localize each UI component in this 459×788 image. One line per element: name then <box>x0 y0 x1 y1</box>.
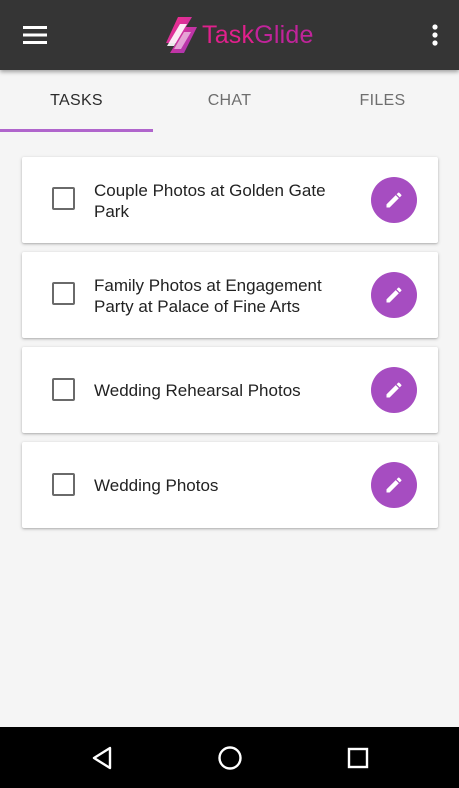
task-checkbox[interactable] <box>52 378 75 401</box>
brand-name-part1: Task <box>202 21 255 49</box>
task-checkbox[interactable] <box>52 473 75 496</box>
back-triangle-icon <box>92 746 112 769</box>
edit-task-button[interactable] <box>371 367 417 413</box>
pencil-icon <box>386 477 402 493</box>
brand-name-part2: Glide <box>254 21 314 49</box>
edit-task-button[interactable] <box>371 272 417 318</box>
task-checkbox[interactable] <box>52 282 75 305</box>
pencil-icon <box>386 287 402 303</box>
pencil-icon <box>386 382 402 398</box>
edit-task-button[interactable] <box>371 462 417 508</box>
menu-button[interactable] <box>12 13 58 57</box>
task-card: Couple Photos at Golden Gate Park <box>22 157 438 243</box>
edit-task-button[interactable] <box>371 177 417 223</box>
task-card: Wedding Photos <box>22 442 438 528</box>
task-title: Wedding Rehearsal Photos <box>94 381 301 400</box>
task-title: Couple Photos at Golden Gate Park <box>94 181 326 221</box>
screen: TaskGlide TASKS CHAT FILES Couple Photos… <box>0 0 459 788</box>
home-circle-icon <box>218 745 242 770</box>
brand-name: TaskGlide <box>202 14 314 56</box>
task-checkbox[interactable] <box>52 187 75 210</box>
task-list: Couple Photos at Golden Gate Park Family… <box>22 157 438 537</box>
tab-bar: TASKS CHAT FILES <box>0 70 459 132</box>
tab-tasks[interactable]: TASKS <box>0 70 153 132</box>
brand-logo: TaskGlide <box>164 14 314 56</box>
active-tab-indicator <box>0 129 153 132</box>
app-bar: TaskGlide <box>0 0 459 70</box>
more-vertical-icon <box>432 24 438 46</box>
task-card: Family Photos at Engagement Party at Pal… <box>22 252 438 338</box>
recents-button[interactable] <box>328 727 388 788</box>
more-options-button[interactable] <box>419 13 451 57</box>
task-title: Family Photos at Engagement Party at Pal… <box>94 276 322 316</box>
tab-chat[interactable]: CHAT <box>153 70 306 132</box>
home-button[interactable] <box>200 727 260 788</box>
recents-square-icon <box>347 747 369 768</box>
taskglide-logo-icon <box>166 17 197 53</box>
hamburger-menu-icon <box>23 26 47 44</box>
task-card: Wedding Rehearsal Photos <box>22 347 438 433</box>
system-navigation-bar <box>0 727 459 788</box>
task-title: Wedding Photos <box>94 476 219 495</box>
back-button[interactable] <box>72 727 132 788</box>
pencil-icon <box>386 192 402 208</box>
tab-files[interactable]: FILES <box>306 70 459 132</box>
